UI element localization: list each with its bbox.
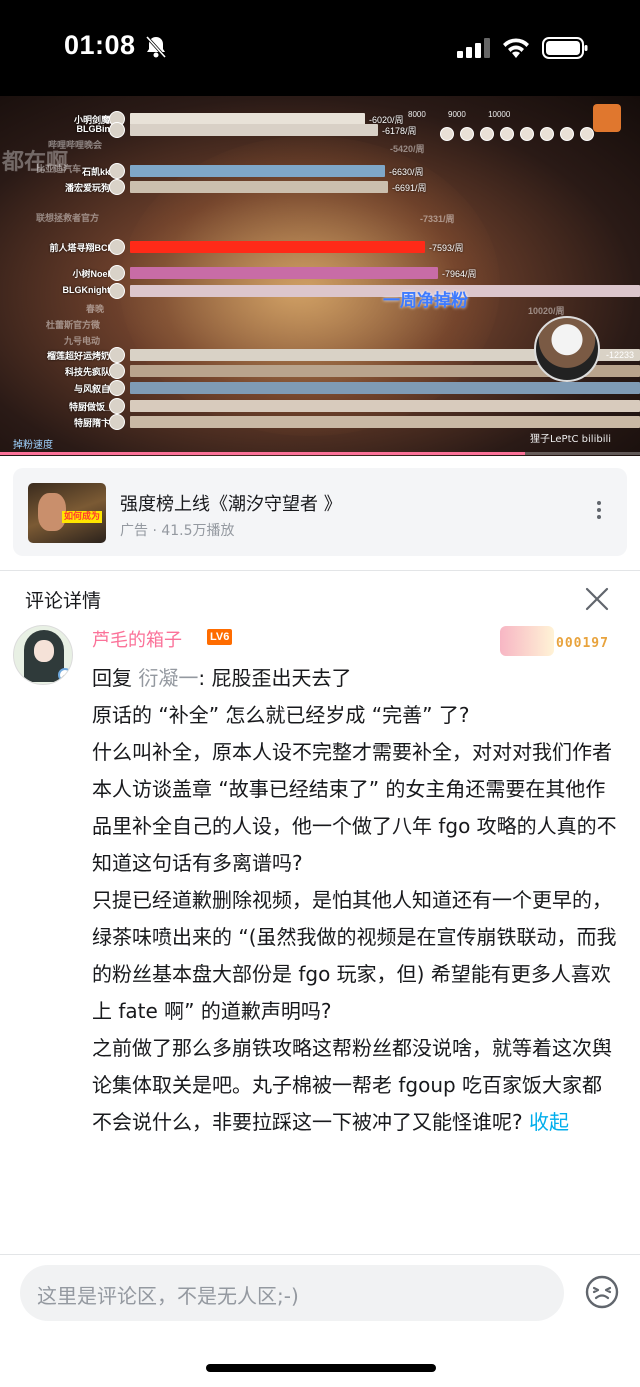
dim-label: 杜蕾斯官方微 — [46, 320, 101, 330]
comment-paragraph: 只提已经道歉删除视频，是怕其他人知道还有一个更早的，绿茶味喷出来的 “(虽然我做… — [92, 888, 617, 1023]
chef-avatar — [534, 316, 600, 382]
ranking-bar-label: BLGBin — [76, 124, 111, 134]
ranking-bar-row: 潘宏爱玩狗 -6691/周 — [0, 179, 640, 195]
ad-card[interactable]: 如何成为 强度榜上线《潮汐守望者 》 广告 · 41.5万播放 — [13, 468, 627, 556]
ranking-bar-avatar — [109, 398, 125, 414]
ranking-bar-row: BLGBin -6178/周 — [0, 122, 640, 138]
ranking-bar-avatar — [109, 239, 125, 255]
ranking-bar-row: 小树Noel -7964/周 — [0, 265, 640, 281]
ranking-bar-label: 特厨做饭_ — [68, 402, 110, 412]
comment-paragraph: 原话的 “补全” 怎么就已经岁成 “完善” 了? — [92, 703, 470, 727]
fan-badge: 000197 — [500, 620, 610, 660]
divider — [0, 570, 640, 571]
reply-text: : 屁股歪出天去了 — [198, 666, 352, 690]
wifi-icon — [503, 38, 529, 58]
ranking-bar-avatar — [109, 283, 125, 299]
ranking-bar-row: BLGKnight — [0, 283, 640, 299]
ranking-bar-label: BLGKnight — [62, 285, 111, 295]
dim-value: -7331/周 — [420, 214, 455, 224]
verified-badge-icon — [58, 668, 72, 682]
status-bar: 01:08 — [0, 0, 640, 96]
watermark: 狸子LePtC bilibili — [530, 434, 612, 445]
ranking-bar-row: 特厨做饭_ — [0, 398, 640, 414]
battery-icon — [542, 37, 588, 59]
dim-label: 联想拯救者官方 — [36, 213, 100, 223]
ranking-bar-avatar — [109, 414, 125, 430]
ranking-bar-value: -7593/周 — [429, 243, 464, 253]
video-progress-bar[interactable] — [0, 452, 640, 455]
ranking-bar-avatar — [109, 122, 125, 138]
ranking-bar-label: 石凯kk — [81, 167, 110, 177]
ranking-bar-value: -6691/周 — [392, 183, 427, 193]
level-badge: LV6 — [207, 629, 233, 645]
close-icon[interactable] — [582, 584, 612, 614]
ranking-bar-value: -6178/周 — [382, 126, 417, 136]
app-root: 01:08 都在啊 8000 9000 10000 哔哩哔哩晚会 比亚迪汽车 联… — [0, 0, 640, 1387]
ranking-bar-avatar — [109, 380, 125, 396]
chef-value: -12233 — [606, 350, 635, 360]
ranking-bar — [130, 267, 438, 279]
ranking-bar-label: 前人塔寻翔BCI — [49, 243, 111, 253]
ranking-bar-avatar — [109, 163, 125, 179]
ad-thumb-tag: 如何成为 — [62, 511, 103, 523]
comment-input-placeholder: 这里是评论区，不是无人区;-) — [37, 1284, 299, 1308]
dim-value: 10020/周 — [528, 306, 565, 316]
username[interactable]: 芦毛的箱子 — [92, 626, 182, 652]
home-indicator — [206, 1364, 436, 1372]
video-progress-fill — [0, 452, 525, 455]
ranking-bar-row: 石凯kk -6630/周 — [0, 163, 640, 179]
ranking-bar — [130, 165, 385, 177]
ranking-bar-value: -7964/周 — [442, 269, 477, 279]
comment-paragraph: 什么叫补全，原本人设不完整才需要补全，对对对我们作者本人访谈盖章 “故事已经结束… — [92, 740, 617, 875]
ranking-bar-row: 与风叙自 — [0, 380, 640, 396]
ad-thumbnail: 如何成为 — [28, 483, 106, 543]
ranking-bar-avatar — [109, 347, 125, 363]
ranking-bar-row: 特厨隋卞 — [0, 414, 640, 430]
signal-icon — [457, 38, 490, 58]
ranking-bar — [130, 124, 378, 136]
reply-line: 回复 衍凝一: 屁股歪出天去了 — [92, 660, 622, 697]
emoji-icon[interactable] — [584, 1274, 620, 1310]
comment-body: 回复 衍凝一: 屁股歪出天去了 原话的 “补全” 怎么就已经岁成 “完善” 了?… — [92, 660, 622, 1141]
ranking-bar-value: -6630/周 — [389, 167, 424, 177]
collapse-link[interactable]: 收起 — [529, 1110, 569, 1134]
ranking-bar-row: 前人塔寻翔BCI -7593/周 — [0, 239, 640, 255]
ranking-bar-label: 潘宏爱玩狗 — [64, 183, 110, 193]
reply-name[interactable]: 衍凝一 — [138, 666, 198, 690]
ranking-bar-avatar — [109, 265, 125, 281]
ranking-bar-label: 榴莲超好运烤奶 — [46, 351, 110, 361]
panel-title: 评论详情 — [25, 590, 102, 612]
divider — [0, 1254, 640, 1255]
ranking-bar-label: 小树Noel — [72, 269, 110, 279]
clock: 01:08 — [64, 30, 136, 60]
video-caption: 一周净掉粉 — [383, 291, 468, 311]
ranking-bar-avatar — [109, 179, 125, 195]
bell-muted-icon — [145, 35, 167, 59]
ranking-bar-label: 科技先疯队 — [64, 367, 110, 377]
ranking-bar — [130, 416, 640, 428]
comment-input[interactable]: 这里是评论区，不是无人区;-) — [20, 1265, 564, 1321]
avatar[interactable] — [13, 625, 73, 685]
fan-badge-image — [500, 626, 554, 656]
ranking-bar — [130, 181, 388, 193]
dim-value: -5420/周 — [390, 144, 425, 154]
speed-label: 掉粉速度 — [13, 440, 53, 451]
ranking-bar — [130, 382, 640, 394]
ad-subtitle: 广告 · 41.5万播放 — [120, 523, 235, 539]
dim-label: 九号电动 — [64, 336, 101, 346]
ranking-bar-avatar — [109, 363, 125, 379]
fan-number: 000197 — [556, 636, 609, 651]
ranking-bar-label: 特厨隋卞 — [73, 418, 110, 428]
dim-label: 哔哩哔哩晚会 — [48, 140, 103, 150]
ranking-bar — [130, 400, 640, 412]
reply-prefix: 回复 — [92, 666, 139, 690]
more-options-icon[interactable] — [593, 498, 605, 526]
ad-title: 强度榜上线《潮汐守望者 》 — [120, 494, 342, 515]
video-player[interactable]: 都在啊 8000 9000 10000 哔哩哔哩晚会 比亚迪汽车 联想拯救者官方… — [0, 96, 640, 456]
ranking-bar-label: 与风叙自 — [73, 384, 110, 394]
comment-paragraph-last: 之前做了那么多崩铁攻略这帮粉丝都没说啥，就等着这次舆论集体取关是吧。丸子棉被一帮… — [92, 1030, 622, 1141]
ranking-bar — [130, 241, 425, 253]
dim-label: 春晚 — [86, 304, 105, 314]
